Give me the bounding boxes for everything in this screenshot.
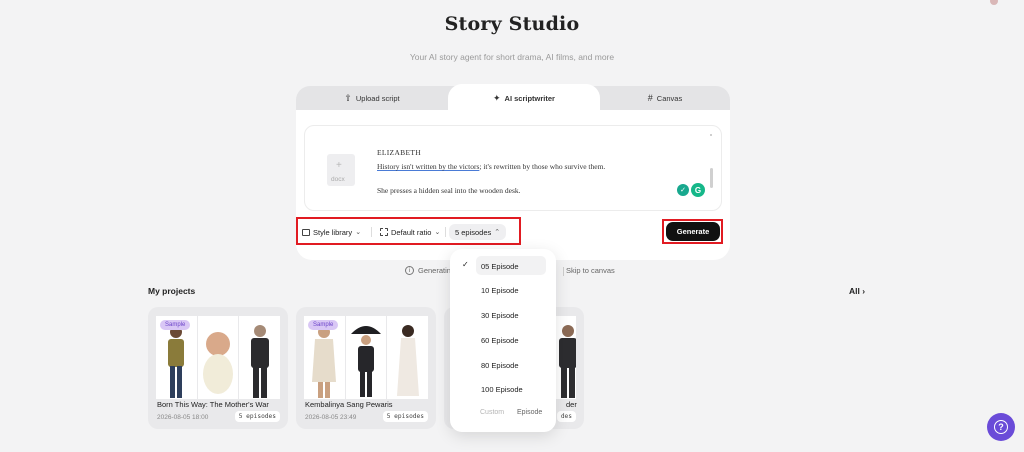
person-figure xyxy=(312,326,337,398)
ratio-label: Default ratio xyxy=(391,227,432,237)
script-editor[interactable]: + docx ELIZABETH History isn't written b… xyxy=(304,125,722,211)
thumbnail: Sample xyxy=(304,316,345,399)
grammarly-icon[interactable]: G xyxy=(691,183,705,197)
divider xyxy=(371,227,372,237)
divider xyxy=(563,267,564,276)
lightbulb-icon[interactable]: ✓ xyxy=(677,184,689,196)
ratio-button[interactable]: Default ratio ⌄ xyxy=(380,224,440,240)
person-with-umbrella xyxy=(351,326,381,397)
card-thumbnails: Sample xyxy=(156,316,281,399)
notification-dot xyxy=(990,0,998,5)
help-button[interactable]: ? xyxy=(987,413,1015,441)
tab-ai-scriptwriter[interactable]: ✦ AI scriptwriter xyxy=(448,84,600,112)
thumbnail xyxy=(387,316,429,399)
person-figure xyxy=(168,326,185,398)
project-card[interactable]: Sample Kembalinya Sang Pewaris 2026-08-0… xyxy=(296,307,436,429)
info-icon: i xyxy=(405,266,414,275)
upload-icon: ⇧ xyxy=(344,92,352,103)
chevron-right-icon: › xyxy=(862,286,866,296)
grid-icon: # xyxy=(647,92,653,103)
dialogue-underlined: History isn't written by the victors xyxy=(377,162,480,172)
editor-scrollbar[interactable] xyxy=(710,168,713,188)
dialogue-line: History isn't written by the victors; it… xyxy=(377,162,697,172)
dropdown-option-05[interactable]: 05 Episode xyxy=(481,262,519,271)
check-icon: ✓ xyxy=(462,260,469,269)
tab-label: Upload script xyxy=(355,93,400,103)
page-title: Story Studio xyxy=(444,13,580,35)
card-title: Kembalinya Sang Pewaris xyxy=(305,400,393,409)
question-icon: ? xyxy=(994,420,1008,434)
thumbnail xyxy=(345,316,387,399)
custom-episodes-suffix: Episode xyxy=(517,409,543,416)
episodes-button[interactable]: 5 episodes ⌃ xyxy=(449,224,507,240)
chevron-up-icon: ⌃ xyxy=(494,229,501,236)
card-date: 2026-08-05 23:49 xyxy=(305,414,357,421)
all-projects-link[interactable]: All › xyxy=(849,286,865,296)
card-title: Born This Way: The Mother's War xyxy=(157,400,269,409)
character-name: ELIZABETH xyxy=(377,148,421,157)
dialogue-rest: ; it's rewritten by those who survive th… xyxy=(479,162,606,172)
chevron-down-icon: ⌄ xyxy=(434,229,441,236)
chevron-down-icon: ⌄ xyxy=(355,229,362,236)
card-title: der xyxy=(566,400,577,409)
generating-label: Generatin xyxy=(418,266,451,275)
dropdown-option-80[interactable]: 80 Episode xyxy=(481,361,519,370)
person-figure xyxy=(396,325,419,396)
card-thumbnails: Sample xyxy=(304,316,429,399)
sparkle-icon: ✦ xyxy=(493,92,501,103)
custom-episodes-input[interactable]: Custom xyxy=(480,409,504,416)
generating-status: i Generatin xyxy=(405,266,451,275)
skip-label: Skip to canvas xyxy=(566,266,615,275)
style-library-button[interactable]: Style library ⌄ xyxy=(302,224,361,240)
docx-file-icon[interactable]: + docx xyxy=(327,154,355,186)
action-line: She presses a hidden seal into the woode… xyxy=(377,186,521,196)
tab-upload-script[interactable]: ⇧ Upload script xyxy=(296,86,448,110)
style-icon xyxy=(302,228,310,236)
add-icon: + xyxy=(336,160,342,171)
person-figure xyxy=(250,325,269,398)
episodes-dropdown: ✓ 05 Episode 10 Episode 30 Episode 60 Ep… xyxy=(450,249,556,432)
thumbnail xyxy=(197,316,239,399)
divider xyxy=(445,227,446,237)
episodes-badge: 5 episodes xyxy=(382,411,428,422)
tab-label: Canvas xyxy=(656,93,683,103)
page-subtitle: Your AI story agent for short drama, AI … xyxy=(409,52,615,62)
episodes-label: 5 episodes xyxy=(455,227,492,237)
editor-corner-mark xyxy=(710,134,712,136)
sample-badge: Sample xyxy=(308,320,339,330)
dropdown-option-30[interactable]: 30 Episode xyxy=(481,311,519,320)
dropdown-option-60[interactable]: 60 Episode xyxy=(481,336,519,345)
project-card[interactable]: Sample Born This Way: The Mother's War 2… xyxy=(148,307,288,429)
dropdown-option-100[interactable]: 100 Episode xyxy=(481,385,523,394)
projects-heading: My projects xyxy=(148,286,196,296)
episodes-badge: 5 episodes xyxy=(234,411,280,422)
ratio-icon xyxy=(380,228,388,236)
baby-figure xyxy=(203,332,233,394)
card-date: 2026-08-05 18:00 xyxy=(157,414,209,421)
person-figure xyxy=(558,325,577,398)
script-text[interactable]: ELIZABETH History isn't written by the v… xyxy=(377,148,697,196)
dropdown-option-10[interactable]: 10 Episode xyxy=(481,286,519,295)
sample-badge: Sample xyxy=(160,320,191,330)
skip-to-canvas-link[interactable]: Skip to canvas xyxy=(566,266,615,275)
style-library-label: Style library xyxy=(313,227,353,237)
thumbnail: Sample xyxy=(156,316,197,399)
thumbnail xyxy=(239,316,281,399)
generate-button[interactable]: Generate xyxy=(666,222,720,241)
all-label: All xyxy=(849,286,860,296)
file-type-label: docx xyxy=(331,176,345,183)
tab-canvas[interactable]: # Canvas xyxy=(600,86,730,110)
tab-label: AI scriptwriter xyxy=(504,93,555,103)
episodes-badge: des xyxy=(556,411,576,422)
